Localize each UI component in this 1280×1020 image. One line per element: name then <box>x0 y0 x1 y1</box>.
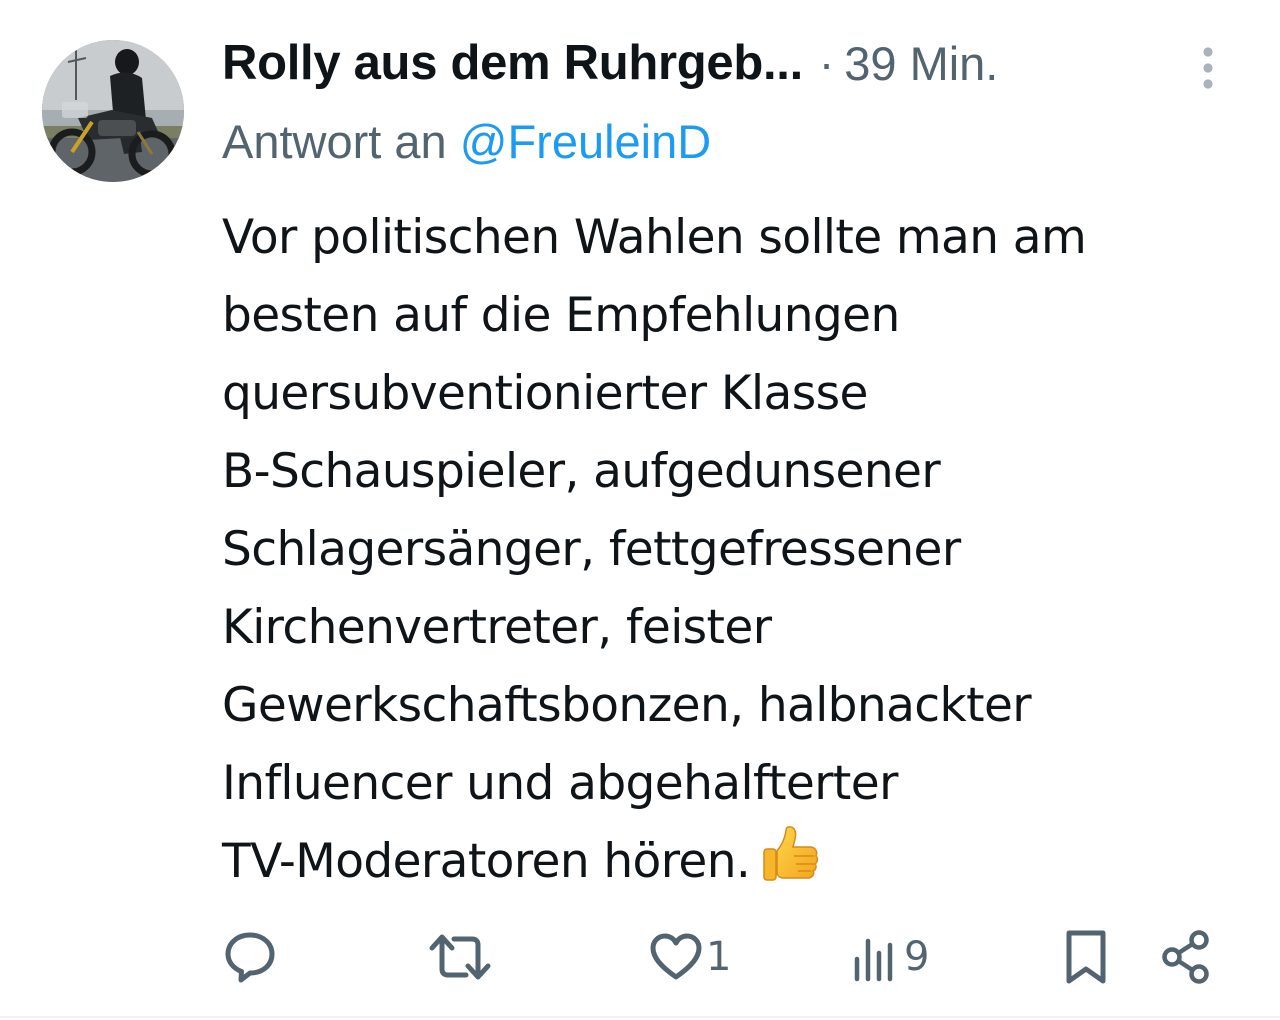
retweet-icon <box>429 934 491 980</box>
tweet-text-line: Influencer und abgehalfterter <box>222 756 898 811</box>
reply-context: Antwort an @FreuleinD <box>222 114 711 169</box>
tweet-header: Rolly aus dem Ruhrgeb... · 39 Min. <box>222 32 998 94</box>
tweet-text-line: Gewerkschaftsbonzen, halbnackter <box>222 678 1032 733</box>
tweet-text-line: Vor politischen Wahlen sollte man am <box>222 210 1087 265</box>
like-button[interactable]: 1 <box>648 925 731 989</box>
more-options-icon[interactable] <box>1196 44 1220 92</box>
like-count: 1 <box>706 934 732 980</box>
tweet-text-line: Kirchenvertreter, feister <box>222 600 772 655</box>
thumbs-up-emoji-icon <box>758 823 822 887</box>
tweet-timestamp[interactable]: 39 Min. <box>844 36 998 91</box>
bookmark-icon <box>1066 930 1106 984</box>
heart-icon <box>650 933 702 980</box>
views-count: 9 <box>904 934 930 980</box>
retweet-button[interactable] <box>428 925 492 989</box>
reply-mention-link[interactable]: @FreuleinD <box>460 115 711 168</box>
tweet[interactable]: Rolly aus dem Ruhrgeb... · 39 Min. Antwo… <box>0 0 1280 1020</box>
share-icon <box>1162 930 1209 984</box>
header-separator: · <box>818 37 835 89</box>
tweet-text-line: besten auf die Empfehlungen <box>222 288 900 343</box>
bookmark-button[interactable] <box>1064 925 1108 989</box>
author-avatar[interactable] <box>42 40 184 182</box>
tweet-text: Vor politischen Wahlen sollte man am bes… <box>222 199 1242 901</box>
tweet-divider <box>0 1016 1280 1018</box>
tweet-text-line: Schlagersänger, fettgefressener <box>222 522 961 577</box>
reply-button[interactable] <box>222 925 278 989</box>
tweet-text-line: quersubventionierter Klasse <box>222 366 868 421</box>
reply-prefix: Antwort an <box>222 115 447 168</box>
views-bar-chart-icon <box>854 938 893 982</box>
views-button[interactable]: 9 <box>852 925 929 989</box>
share-button[interactable] <box>1160 925 1212 989</box>
tweet-text-line-last: TV-Moderatoren hören. <box>222 823 1242 901</box>
tweet-text-line: TV-Moderatoren hören. <box>222 834 751 889</box>
author-display-name[interactable]: Rolly aus dem Ruhrgeb... <box>222 35 803 91</box>
motorcycle-rider-avatar-icon <box>42 40 184 182</box>
tweet-actions-bar: 1 9 <box>0 925 1280 995</box>
tweet-text-line: B-Schauspieler, aufgedunsener <box>222 444 941 499</box>
reply-bubble-icon <box>225 932 275 983</box>
